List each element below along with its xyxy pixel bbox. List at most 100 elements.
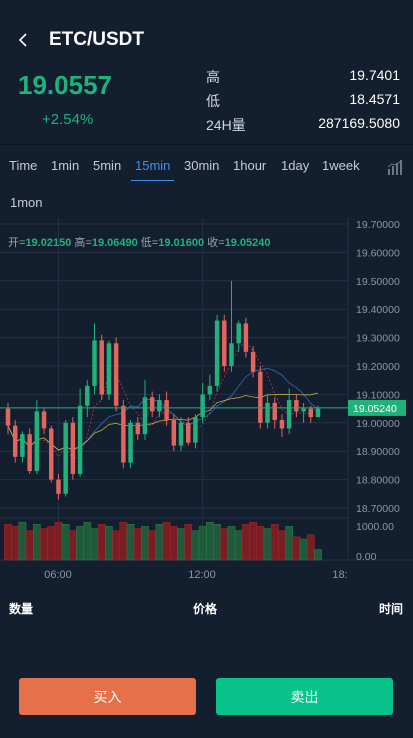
header-bar: ETC/USDT [0, 20, 413, 60]
volume-bar [220, 528, 229, 561]
candle-body [99, 340, 104, 395]
candle-body [243, 323, 249, 352]
y-tick-label: 19.20000 [356, 361, 400, 373]
volume-bar [278, 530, 286, 561]
candle-body [113, 343, 119, 406]
tab-1hour[interactable]: 1hour [233, 158, 266, 180]
candle-body [70, 422, 76, 474]
trades-qty-label: 数量 [9, 602, 34, 616]
candle-body [301, 408, 306, 412]
y-tick-label: 18.80000 [356, 475, 400, 487]
trades-time-label: 时间 [378, 602, 403, 616]
current-price-label: 19.05240 [353, 403, 397, 415]
high-value: 19.7401 [349, 67, 400, 83]
volume-bar [263, 528, 272, 561]
candle-body [258, 371, 263, 423]
volume-bar [141, 526, 149, 561]
candle-body [5, 408, 11, 426]
volume-bar [177, 528, 185, 561]
volume-bar [299, 538, 308, 561]
low-value: 18.4571 [349, 91, 400, 107]
low-label: 低 [206, 93, 220, 109]
candle-body [265, 402, 270, 423]
candle-body [128, 422, 133, 463]
y-tick-label: 19.00000 [356, 418, 400, 430]
candle-body [142, 397, 148, 435]
candle-body [157, 400, 162, 412]
volume-bar [227, 526, 236, 561]
candle-body [85, 385, 90, 406]
indicator-bars-icon[interactable] [387, 159, 405, 175]
candle-body [286, 400, 292, 429]
candle-body [279, 419, 285, 429]
high-label: 高 [206, 69, 220, 85]
y-tick-label: 19.40000 [356, 304, 400, 316]
tab-30min[interactable]: 30min [184, 158, 219, 180]
ma-line-10 [7, 367, 319, 451]
candle-body [200, 394, 205, 418]
volume-bar [11, 526, 20, 561]
tab-time[interactable]: Time [9, 158, 37, 180]
ma-line-20 [7, 392, 319, 451]
tab-1day[interactable]: 1day [281, 158, 309, 180]
tab-5min[interactable]: 5min [93, 158, 121, 180]
volume-bar [97, 524, 106, 561]
pair-title: ETC/USDT [49, 29, 144, 50]
volume-bar [249, 521, 257, 561]
candle-body [229, 343, 234, 366]
candle-body [171, 419, 177, 446]
volume-bar [76, 526, 84, 561]
volume-bar [47, 526, 56, 561]
candle-body [106, 343, 112, 395]
tab-1min[interactable]: 1min [51, 158, 79, 180]
kline-svg: 19.70000 19.60000 19.50000 19.40000 19.30000… [0, 218, 413, 581]
ohlc-close-label: 收= [207, 237, 225, 249]
candle-body [294, 400, 299, 412]
kline-chart[interactable]: 19.70000 19.60000 19.50000 19.40000 19.30000… [0, 218, 413, 588]
tab-1mon[interactable]: 1mon [10, 195, 43, 217]
volume-bar [112, 530, 120, 561]
candle-body [41, 411, 47, 429]
buy-button[interactable]: 买入 [19, 678, 196, 715]
candle-body [315, 408, 321, 418]
candle-body [49, 428, 54, 480]
ohlc-low-value: 19.01600 [158, 237, 205, 249]
y-tick-label: 18.70000 [356, 503, 400, 515]
volume-bar [184, 524, 193, 561]
candle-body [135, 422, 141, 435]
candle-body [236, 323, 241, 344]
volume-bar [213, 524, 221, 561]
ohlc-close-value: 19.05240 [224, 237, 271, 249]
volume-bar [285, 526, 294, 561]
volume-bar [69, 530, 77, 561]
volume-bar [292, 536, 301, 561]
volume-bar [242, 524, 250, 561]
candle-body [272, 402, 277, 420]
period-tabs: Time 1min 5min 15min 30min 1hour 1day 1w… [0, 146, 413, 218]
ohlc-high-label: 高= [74, 237, 92, 249]
tab-1week[interactable]: 1week [322, 158, 360, 180]
sell-button[interactable]: 卖出 [216, 678, 393, 715]
candle-body [92, 340, 97, 386]
volume-bar [133, 528, 142, 561]
candle-body [185, 422, 191, 443]
last-price: 19.0557 [18, 70, 112, 100]
volume-bar [256, 526, 265, 561]
tab-15min[interactable]: 15min [131, 158, 175, 181]
volume-bar [148, 530, 157, 561]
y-tick-label: 19.60000 [356, 247, 400, 259]
volume-bar [126, 524, 135, 561]
volume-bar [169, 526, 178, 561]
volume-bar [61, 524, 70, 561]
candle-body [12, 425, 18, 457]
volume-bar [18, 521, 27, 561]
divider [0, 144, 413, 145]
ma-line-5 [7, 340, 319, 461]
candle-body [63, 422, 68, 494]
candle-body [27, 434, 32, 472]
candle-body [207, 385, 213, 395]
volume-bar [234, 530, 243, 561]
chevron-left-icon[interactable] [12, 26, 36, 54]
volume-bar [162, 521, 171, 561]
ohlc-high-value: 19.06490 [91, 237, 138, 249]
